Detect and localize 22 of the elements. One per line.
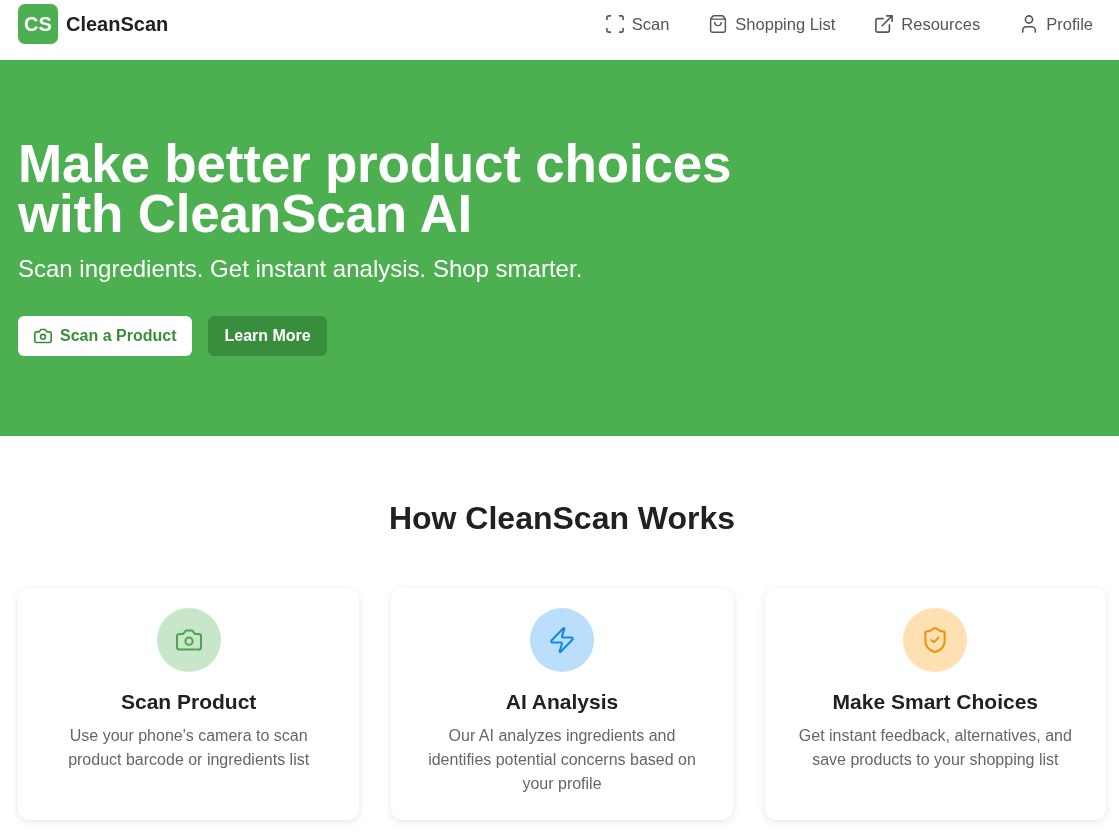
shopping-bag-icon (709, 15, 728, 33)
section-title: How CleanScan Works (387, 499, 737, 538)
hero-title: Make better product choices with CleanScan AI (18, 139, 733, 239)
scan-frame-icon (605, 15, 624, 33)
feature-title: AI Analysis (505, 689, 619, 715)
nav-link[interactable]: Resources (875, 14, 981, 34)
user-icon (1020, 15, 1039, 33)
learn-more-button[interactable]: Learn More (208, 316, 327, 356)
feature-description: Our AI analyzes ingredients and identifies potential concerns based on your profile (427, 726, 697, 794)
logo-mark: CS (18, 4, 58, 44)
feature-description: Get instant feedback, alternatives, and save products to your shopping list (797, 726, 1073, 770)
nav-link[interactable]: Shopping List (709, 14, 836, 34)
feature-title: Make Smart Choices (832, 689, 1039, 715)
brand-name: CleanScan (66, 12, 169, 36)
camera-icon (34, 328, 52, 344)
nav-link[interactable]: Scan (605, 14, 670, 34)
hero-subtitle: Scan ingredients. Get instant analysis. Shop smarter. (18, 254, 584, 284)
scan-product-button[interactable]: Scan a Product (18, 316, 193, 356)
feature-title: Scan Product (120, 689, 257, 715)
nav-link[interactable]: Profile (1020, 14, 1093, 34)
external-link-icon (875, 15, 894, 33)
feature-description: Use your phone's camera to scan product barcode or ingredients list (67, 726, 311, 770)
